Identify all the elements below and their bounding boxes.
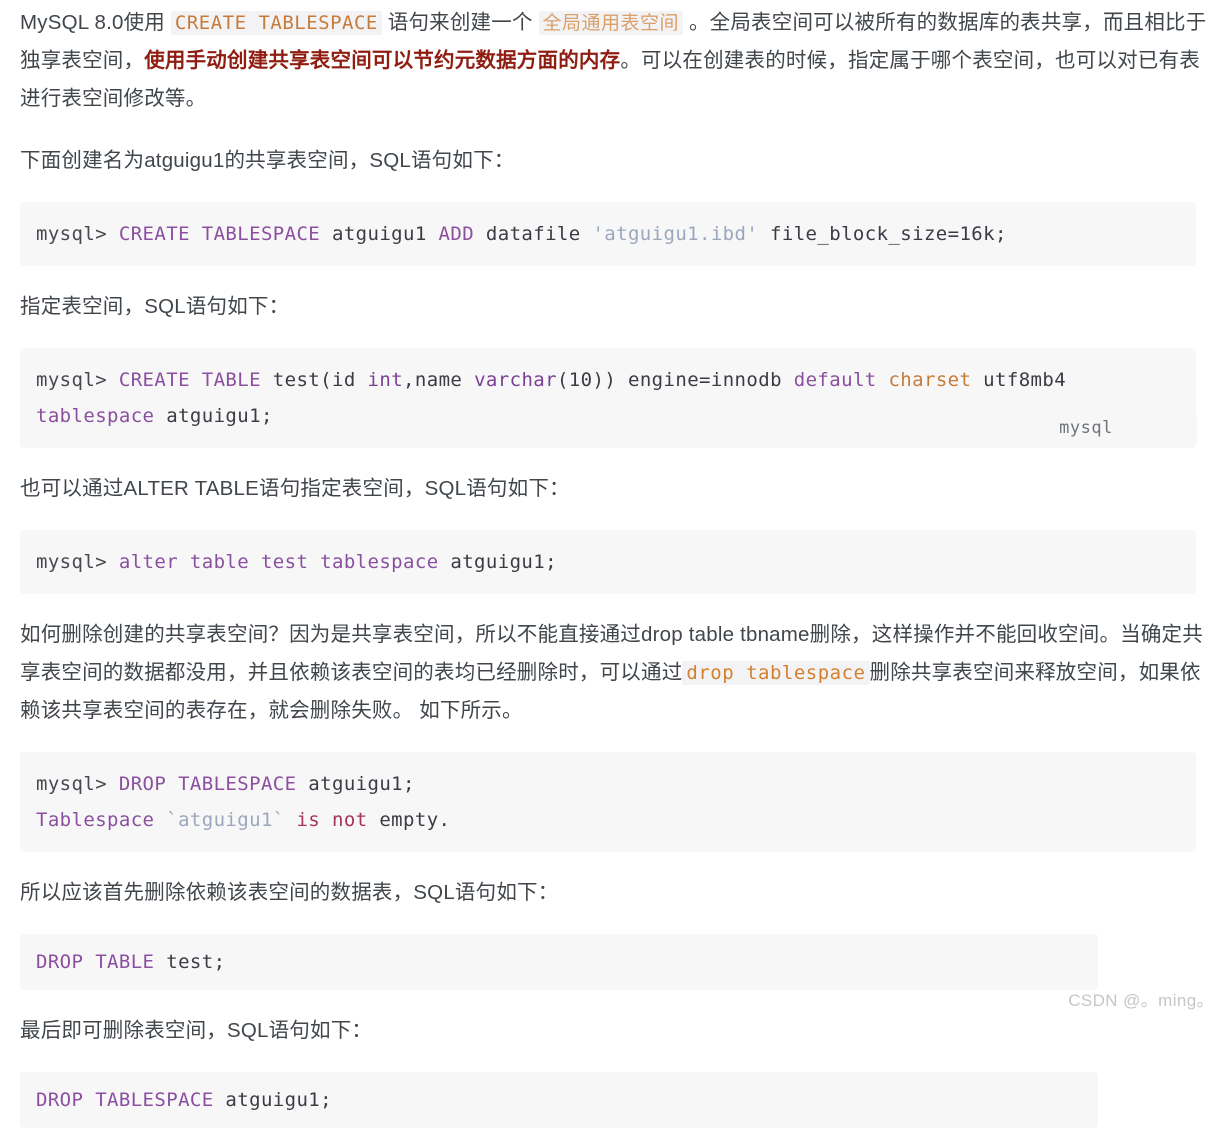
code-string: 'atguigu1.ibd': [592, 223, 759, 245]
code-keyword: CREATE TABLESPACE: [118, 223, 321, 245]
code-text: utf8mb4: [971, 369, 1067, 391]
code-error-text: is not: [284, 809, 368, 831]
code-block-drop-table: DROP TABLE test;: [20, 934, 1098, 990]
code-prompt: mysql>: [36, 223, 119, 245]
code-prompt: mysql>: [36, 773, 119, 795]
code-language-label: mysql: [1059, 417, 1113, 438]
code-language-badge[interactable]: mysql: [975, 411, 1197, 444]
code-block-alter-table: mysql> alter table test tablespace atgui…: [20, 530, 1196, 594]
code-keyword: DROP TABLESPACE: [36, 1089, 214, 1111]
code-line: mysql> CREATE TABLE test(id int,name var…: [36, 362, 1180, 398]
inline-code-global-tablespace: 全局通用表空间: [538, 11, 684, 35]
paragraph-finally-drop-tablespace: 最后即可删除表空间，SQL语句如下：: [20, 1019, 373, 1042]
code-type: varchar: [474, 369, 557, 391]
code-line: mysql> alter table test tablespace atgui…: [36, 544, 1180, 580]
code-line: mysql> CREATE TABLESPACE atguigu1 ADD da…: [36, 216, 1180, 252]
code-attribute: charset: [888, 369, 972, 391]
code-block-drop-tablespace-final: DROP TABLESPACE atguigu1;: [20, 1072, 1098, 1128]
code-text: test;: [154, 951, 226, 973]
code-type: int: [367, 369, 404, 391]
code-identifier: atguigu1: [320, 223, 439, 245]
code-tail: file_block_size=16k;: [758, 223, 1007, 245]
code-block-drop-tablespace-error: mysql> DROP TABLESPACE atguigu1; Tablespa…: [20, 752, 1196, 852]
code-keyword: DROP TABLESPACE: [118, 773, 297, 795]
code-identifier: datafile: [474, 223, 593, 245]
paragraph-drop-dependent-table: 所以应该首先删除依赖该表空间的数据表，SQL语句如下：: [20, 881, 559, 904]
code-keyword: CREATE TABLE: [118, 369, 261, 391]
code-keyword: DROP TABLE: [36, 951, 155, 973]
article-page: MySQL 8.0使用 CREATE TABLESPACE 语句来创建一个 全局…: [0, 0, 1232, 1128]
code-error-identifier: `atguigu1`: [154, 809, 285, 831]
intro-text-b: 语句来创建一个: [381, 11, 539, 34]
code-text: atguigu1;: [438, 551, 557, 573]
code-line: DROP TABLESPACE atguigu1;: [36, 1082, 1082, 1118]
code-line: Tablespace `atguigu1` is not empty.: [36, 802, 1180, 838]
intro-text-a: MySQL 8.0使用: [20, 11, 171, 34]
code-text: ,name: [403, 369, 475, 391]
code-line: DROP TABLE test;: [36, 944, 1082, 980]
paragraph-intro: MySQL 8.0使用 CREATE TABLESPACE 语句来创建一个 全局…: [20, 0, 1212, 118]
code-keyword: alter table test tablespace: [118, 551, 439, 573]
code-block-create-tablespace: mysql> CREATE TABLESPACE atguigu1 ADD da…: [20, 202, 1196, 266]
code-text: atguigu1;: [296, 773, 415, 795]
code-prompt: mysql>: [36, 369, 119, 391]
code-keyword: default: [793, 369, 877, 391]
inline-code-drop-tablespace: drop tablespace: [682, 661, 870, 685]
paragraph-alter-table: 也可以通过ALTER TABLE语句指定表空间，SQL语句如下：: [20, 477, 570, 500]
code-text: (10)) engine=innodb: [556, 369, 794, 391]
code-text: test(id: [260, 369, 368, 391]
code-keyword: ADD: [438, 223, 475, 245]
code-line: mysql> DROP TABLESPACE atguigu1;: [36, 766, 1180, 802]
code-keyword: tablespace: [36, 405, 155, 427]
paragraph-drop-tablespace-explain: 如何删除创建的共享表空间？因为是共享表空间，所以不能直接通过drop table…: [20, 616, 1212, 730]
code-text: atguigu1;: [213, 1089, 332, 1111]
emphasis-memory-saving: 使用手动创建共享表空间可以节约元数据方面的内存: [144, 49, 621, 72]
paragraph-specify-tablespace: 指定表空间，SQL语句如下：: [20, 295, 290, 318]
code-error-keyword: Tablespace: [36, 809, 155, 831]
code-text: atguigu1;: [154, 405, 273, 427]
code-prompt: mysql>: [36, 551, 119, 573]
paragraph-create-shared-tablespace: 下面创建名为atguigu1的共享表空间，SQL语句如下：: [20, 149, 515, 172]
code-error-tail: empty.: [367, 809, 451, 831]
inline-code-create-tablespace: CREATE TABLESPACE: [170, 11, 382, 35]
csdn-watermark: CSDN @。ming。: [1068, 991, 1214, 1010]
